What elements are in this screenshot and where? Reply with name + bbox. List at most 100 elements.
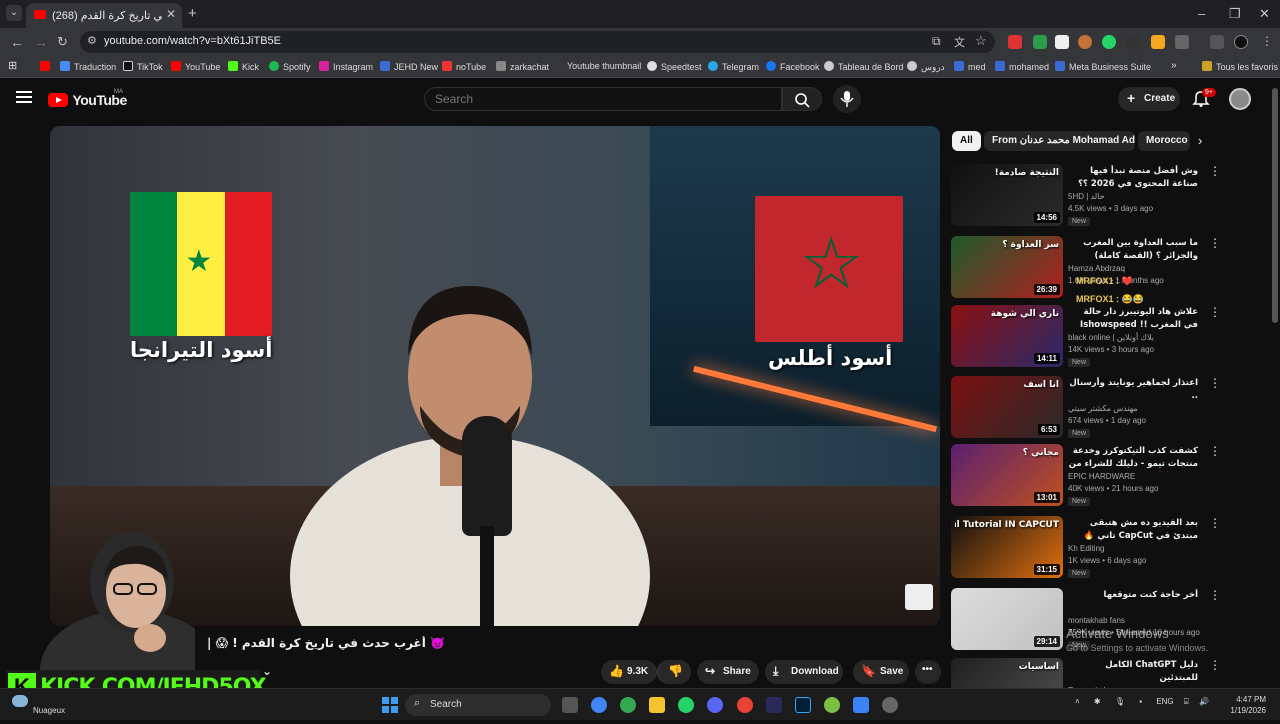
video-thumbnail[interactable]: 29:14 <box>951 588 1063 650</box>
android-studio-icon[interactable] <box>824 697 840 713</box>
channel-name[interactable]: مهندس مكشتر سيتي <box>1068 404 1138 413</box>
back-button[interactable]: ← <box>10 34 24 50</box>
extension-counter-icon[interactable] <box>1033 35 1047 49</box>
mic-tray-icon[interactable]: 🎙 <box>1115 697 1125 706</box>
video-thumbnail[interactable]: سر العداوة ؟ 26:39 <box>951 236 1063 298</box>
reload-button[interactable]: ↻ <box>57 34 68 50</box>
recommended-video-title[interactable]: اعتذار لجماهير يونايتد وأرسنال .. <box>1068 377 1198 403</box>
tray-app-icon[interactable]: ▪ <box>1139 697 1142 706</box>
channel-name[interactable]: Kh Editing <box>1068 544 1104 553</box>
voice-search-button[interactable] <box>833 85 861 113</box>
taskbar-clock[interactable]: 4:47 PM 1/19/2026 <box>1226 694 1266 716</box>
expand-chevron-icon[interactable]: ⌄ <box>262 664 272 678</box>
language-indicator[interactable]: ENG <box>1156 697 1173 706</box>
channel-name[interactable]: EPIC HARDWARE <box>1068 472 1135 481</box>
extension-fox-icon[interactable] <box>1078 35 1092 49</box>
settings-gear-icon[interactable] <box>882 697 898 713</box>
channel-watermark-icon[interactable] <box>905 584 933 610</box>
extension-d-icon[interactable] <box>1055 35 1069 49</box>
translate-icon[interactable]: 文 <box>954 34 965 50</box>
recommended-video-title[interactable]: كشفت كذب التيكتوكرز وخدعة منتجات تيمو - … <box>1068 445 1198 472</box>
premiere-pro-icon[interactable] <box>766 697 782 713</box>
download-button[interactable]: ⤓ Download <box>765 660 843 684</box>
channel-name[interactable]: montakhab fans <box>1068 616 1125 625</box>
extension-grid-icon[interactable] <box>1126 35 1140 49</box>
recommended-video[interactable]: سر العداوة ؟ 26:39 ما سبب العداوة بين ال… <box>951 236 1251 302</box>
windows-start-icon[interactable] <box>382 697 398 713</box>
extension-whatsapp-icon[interactable] <box>1102 35 1116 49</box>
bookmark-item[interactable]: Kick <box>228 61 259 72</box>
forward-button[interactable]: → <box>34 34 48 50</box>
bookmark-star-icon[interactable]: ☆ <box>975 33 987 49</box>
tab-search-button[interactable]: ⌄ <box>6 5 22 21</box>
chrome-profile-icon[interactable] <box>620 697 636 713</box>
more-vertical-icon[interactable]: ⋮ <box>1209 516 1221 530</box>
apps-grid-icon[interactable]: ⊞ <box>8 59 17 72</box>
channel-name[interactable]: black online | بلاك أونلاين <box>1068 333 1154 342</box>
more-vertical-icon[interactable]: ⋮ <box>1209 588 1221 602</box>
file-explorer-icon[interactable] <box>649 697 665 713</box>
cast-icon[interactable]: ⧉ <box>932 34 941 49</box>
create-button[interactable]: + Create <box>1118 87 1180 111</box>
channel-name[interactable]: Hamza Abdrzaq <box>1068 264 1125 273</box>
chip-all[interactable]: All <box>952 131 981 151</box>
save-button[interactable]: 🔖 Save <box>853 660 909 684</box>
account-avatar[interactable] <box>1229 88 1251 110</box>
chrome-icon[interactable] <box>591 697 607 713</box>
chrome-alt-icon[interactable] <box>737 697 753 713</box>
recommended-video-title[interactable]: وش أفضل منصة تبدأ فيها صناعة المحتوى في … <box>1068 165 1198 191</box>
video-thumbnail[interactable]: مجاني ؟ 13:01 <box>951 444 1063 506</box>
reading-list-icon[interactable] <box>1210 35 1224 49</box>
recommended-video-title[interactable]: أخر حاجة كنت متوقعها <box>1068 589 1198 602</box>
bookmark-item[interactable]: Speedtest <box>647 61 702 72</box>
video-thumbnail[interactable]: ناري الي شوهة 14:11 <box>951 305 1063 367</box>
bookmark-item[interactable]: Traduction <box>60 61 116 72</box>
bookmark-item[interactable]: med <box>954 61 986 72</box>
discord-icon[interactable] <box>707 697 723 713</box>
browser-tab-active[interactable]: (268) أغرب حدث في تاريخ كرة القدم ✕ <box>26 3 182 28</box>
whatsapp-icon[interactable] <box>678 697 694 713</box>
bookmark-item[interactable]: Telegram <box>708 61 759 72</box>
bookmark-item[interactable]: Youtube thumbnail <box>567 61 641 71</box>
photoshop-icon[interactable] <box>795 697 811 713</box>
channel-name[interactable]: 5HD | خالد <box>1068 192 1105 201</box>
maximize-button[interactable]: ❐ <box>1229 6 1241 22</box>
recommended-video[interactable]: أنا آسف 6:53 اعتذار لجماهير يونايتد وأرس… <box>951 376 1251 442</box>
recommended-video[interactable]: Real Tutorial IN CAPCUT 31:15 بعد الفيدي… <box>951 516 1251 582</box>
search-button[interactable] <box>782 87 822 111</box>
bookmark-item[interactable]: noTube <box>442 61 486 72</box>
network-icon[interactable]: ⌸ <box>1184 697 1189 706</box>
new-tab-button[interactable]: + <box>188 5 197 22</box>
more-vertical-icon[interactable]: ⋮ <box>1209 305 1221 319</box>
like-button[interactable]: 👍 9.3K <box>601 660 657 684</box>
minimize-button[interactable]: – <box>1198 6 1205 21</box>
bookmark-item[interactable]: Meta Business Suite <box>1055 61 1151 72</box>
chips-next-arrow-icon[interactable]: › <box>1198 133 1202 148</box>
share-button[interactable]: ↪ Share <box>697 660 759 684</box>
site-info-icon[interactable]: ⚙ <box>87 34 97 47</box>
recommended-video-title[interactable]: ما سبب العداوة بين المغرب والجزائر ؟ (ال… <box>1068 237 1198 264</box>
close-window-button[interactable]: ✕ <box>1259 6 1270 22</box>
all-bookmarks[interactable]: Tous les favoris <box>1202 61 1278 72</box>
extension-shield-icon[interactable] <box>1008 35 1022 49</box>
bookmark-item[interactable]: دروس <box>907 61 945 73</box>
dislike-button[interactable]: 👎 <box>657 660 691 684</box>
app-f-icon[interactable] <box>853 697 869 713</box>
search-input[interactable] <box>435 92 765 106</box>
bookmark-item[interactable] <box>40 61 54 72</box>
more-vertical-icon[interactable]: ⋮ <box>1209 164 1221 178</box>
recommended-video[interactable]: ناري الي شوهة 14:11 علاش هاد اليوتيبرز د… <box>951 305 1251 371</box>
extensions-puzzle-icon[interactable] <box>1175 35 1189 49</box>
bookmark-item[interactable]: zarkachat <box>496 61 549 72</box>
page-scrollbar[interactable] <box>1272 88 1278 323</box>
youtube-logo[interactable]: YouTube MA <box>48 89 127 109</box>
more-vertical-icon[interactable]: ⋮ <box>1209 236 1221 250</box>
menu-icon[interactable] <box>16 91 32 103</box>
bookmarks-overflow-icon[interactable]: » <box>1171 60 1177 71</box>
recommended-video-title[interactable]: علاش هاد اليوتيبرز دار حالة في المغرب !!… <box>1068 306 1198 332</box>
extension-tag-icon[interactable] <box>1151 35 1165 49</box>
bookmark-item[interactable]: Facebook <box>766 61 820 72</box>
more-vertical-icon[interactable]: ⋮ <box>1209 376 1221 390</box>
more-vertical-icon[interactable]: ⋮ <box>1209 658 1221 672</box>
bookmark-item[interactable]: YouTube <box>171 61 220 72</box>
